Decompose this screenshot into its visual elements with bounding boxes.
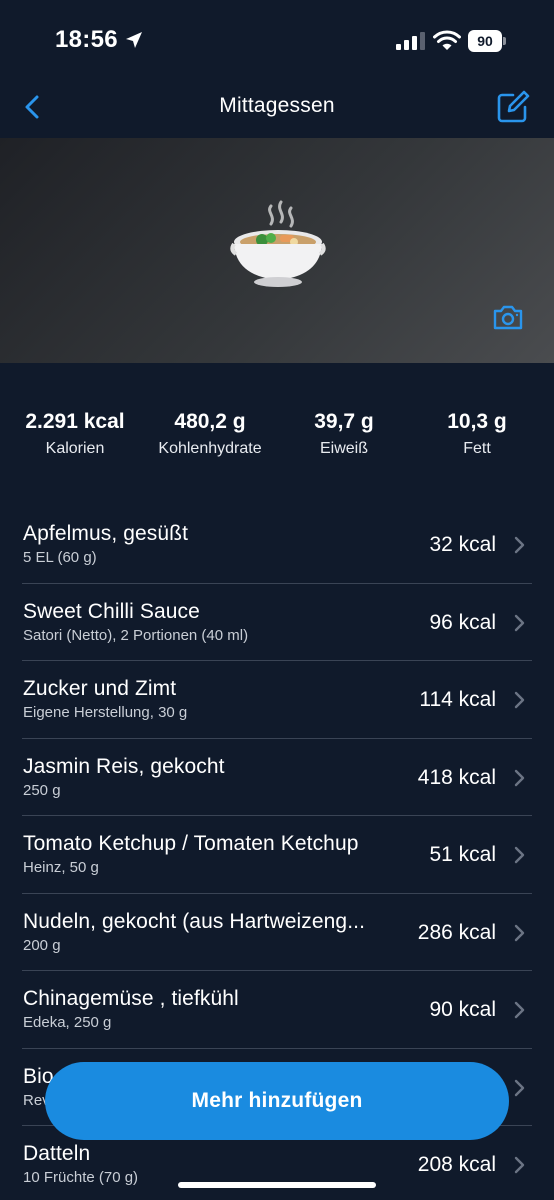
- camera-icon[interactable]: [492, 303, 524, 331]
- summary-calories: 2.291 kcal Kalorien: [0, 410, 150, 458]
- chevron-right-icon: [514, 536, 525, 554]
- summary-value: 10,3 g: [447, 410, 507, 433]
- summary-label: Eiweiß: [319, 440, 368, 457]
- summary-carbs: 480,2 g Kohlenhydrate: [135, 410, 285, 458]
- food-row[interactable]: Jasmin Reis, gekocht 250 g 418 kcal: [0, 739, 554, 817]
- food-detail: Edeka, 250 g: [23, 1014, 112, 1031]
- food-kcal: 90 kcal: [429, 998, 496, 1021]
- food-kcal: 96 kcal: [429, 610, 496, 634]
- chevron-right-icon: [514, 846, 525, 864]
- summary-value: 2.291 kcal: [25, 410, 125, 433]
- food-name: Nudeln, gekocht (aus Hartweizeng...: [23, 909, 366, 933]
- chevron-right-icon: [514, 1079, 525, 1096]
- food-row[interactable]: Chinagemüse , tiefkühl Edeka, 250 g 90 k…: [0, 971, 554, 1049]
- food-name: Datteln: [23, 1142, 91, 1165]
- food-name: Chinagemüse , tiefkühl: [23, 987, 239, 1010]
- food-kcal: 208 kcal: [417, 1153, 496, 1176]
- soup-bowl-icon: [230, 200, 326, 287]
- signal-icon: [396, 32, 425, 50]
- wifi-icon: [433, 30, 461, 50]
- meal-photo-area: [0, 138, 554, 363]
- food-name: Tomato Ketchup / Tomaten Ketchup: [23, 832, 359, 855]
- chevron-right-icon: [514, 1001, 525, 1019]
- food-row[interactable]: Zucker und Zimt Eigene Herstellung, 30 g…: [0, 661, 554, 739]
- battery-icon: 90: [468, 30, 506, 52]
- home-indicator[interactable]: [178, 1182, 376, 1188]
- summary-label: Fett: [463, 440, 491, 457]
- summary-label: Kalorien: [45, 440, 105, 457]
- food-row[interactable]: Tomato Ketchup / Tomaten Ketchup Heinz, …: [0, 816, 554, 894]
- food-detail: Satori (Netto), 2 Portionen (40 ml): [23, 626, 249, 644]
- food-detail: 5 EL (60 g): [23, 549, 97, 566]
- summary-label: Kohlenhydrate: [158, 440, 262, 457]
- chevron-right-icon: [514, 769, 525, 786]
- food-kcal: 114 kcal: [419, 688, 496, 711]
- chevron-right-icon: [514, 924, 525, 941]
- add-more-button[interactable]: Mehr hinzufügen: [45, 1062, 509, 1140]
- food-kcal: 51 kcal: [429, 843, 496, 866]
- food-detail: 250 g: [23, 781, 61, 799]
- battery-level: 90: [468, 30, 502, 52]
- chevron-right-icon: [514, 1156, 525, 1174]
- food-detail: Heinz, 50 g: [23, 859, 99, 876]
- summary-value: 480,2 g: [174, 410, 246, 433]
- chevron-right-icon: [514, 614, 525, 631]
- page-title: Mittagessen: [219, 94, 335, 117]
- food-kcal: 418 kcal: [417, 765, 496, 789]
- food-detail: 200 g: [23, 936, 61, 954]
- food-detail: Eigene Herstellung, 30 g: [23, 704, 188, 721]
- nutrition-summary: 2.291 kcal Kalorien 480,2 g Kohlenhydrat…: [0, 410, 554, 470]
- edit-icon[interactable]: [496, 90, 530, 124]
- location-arrow-icon: [126, 32, 142, 48]
- summary-protein: 39,7 g Eiweiß: [269, 410, 419, 458]
- status-bar: 18:56 90: [0, 0, 554, 80]
- status-time: 18:56: [55, 26, 118, 53]
- food-kcal: 286 kcal: [417, 920, 496, 944]
- food-row[interactable]: Nudeln, gekocht (aus Hartweizeng... 200 …: [0, 894, 554, 972]
- food-name: Zucker und Zimt: [23, 677, 177, 700]
- food-kcal: 32 kcal: [429, 533, 496, 556]
- battery-tip: [503, 37, 506, 45]
- chevron-right-icon: [514, 691, 525, 709]
- food-name: Jasmin Reis, gekocht: [23, 754, 225, 778]
- food-row[interactable]: Sweet Chilli Sauce Satori (Netto), 2 Por…: [0, 584, 554, 662]
- food-name: Apfelmus, gesüßt: [23, 522, 189, 545]
- summary-value: 39,7 g: [314, 410, 374, 433]
- food-name: Sweet Chilli Sauce: [23, 599, 200, 623]
- summary-fat: 10,3 g Fett: [402, 410, 552, 458]
- food-row[interactable]: Apfelmus, gesüßt 5 EL (60 g) 32 kcal: [0, 506, 554, 584]
